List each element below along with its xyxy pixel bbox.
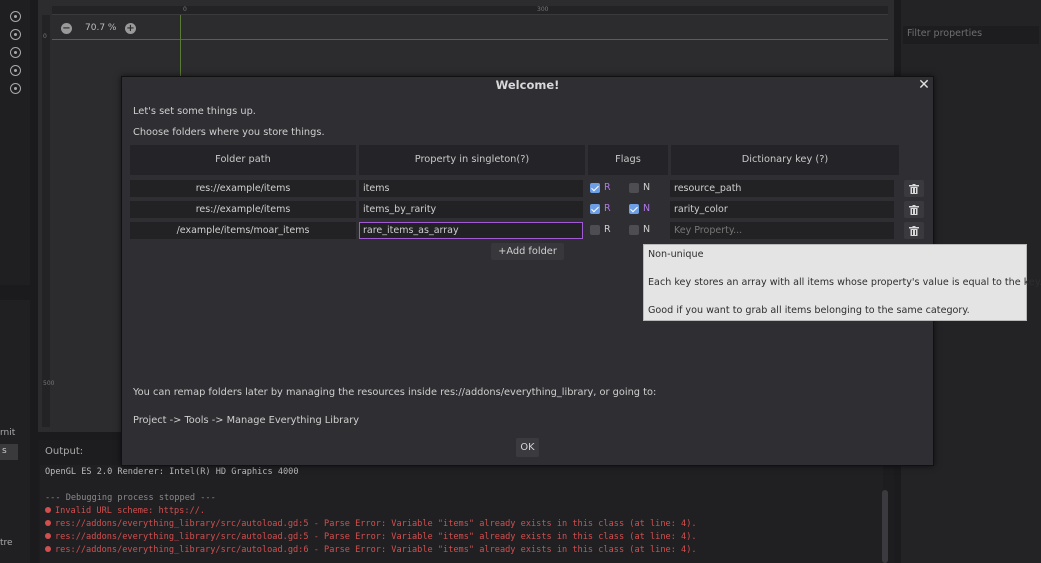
delete-row-button[interactable] [904,180,924,197]
header-folder-path: Folder path [130,145,356,175]
ok-button[interactable]: OK [516,438,539,457]
add-folder-label: Add folder [506,246,557,257]
log-error-text: res://addons/everything_library/src/auto… [55,545,697,555]
folder-path-button[interactable]: /example/items/moar_items [130,222,356,239]
footer-text: You can remap folders later by managing … [133,387,657,398]
log-error-text: res://addons/everything_library/src/auto… [55,532,697,542]
visibility-eye-icon[interactable] [10,11,21,22]
close-icon[interactable]: ✕ [916,77,932,93]
error-icon [45,507,51,513]
tooltip-text: Good if you want to grab all items belon… [648,305,970,316]
flag-r-label[interactable]: R [604,203,611,214]
intro-text: Choose folders where you store things. [133,127,325,138]
delete-row-button[interactable] [904,201,924,218]
log-line: OpenGL ES 2.0 Renderer: Intel(R) HD Grap… [45,467,299,477]
ruler-tick-label: 300 [537,6,549,13]
property-input[interactable]: items [359,180,583,197]
log-line: --- Debugging process stopped --- [45,493,216,503]
flag-n-checkbox[interactable] [629,183,639,193]
flag-r-checkbox[interactable] [590,204,600,214]
zoom-in-icon[interactable]: + [125,23,136,34]
visibility-eye-icon[interactable] [10,83,21,94]
intro-text: Let's set some things up. [133,106,256,117]
visibility-eye-icon[interactable] [10,65,21,76]
flag-n-checkbox[interactable] [629,225,639,235]
flag-n-label[interactable]: N [643,203,650,214]
header-flags: Flags [588,145,668,175]
ruler-tick-label: 0 [43,33,47,40]
zoom-out-icon[interactable]: − [61,23,72,34]
ruler-tick-label: 0 [183,6,187,13]
side-text-fragment: tre [0,538,13,548]
error-icon [45,533,51,539]
log-error-line: Invalid URL scheme: https://. [45,506,205,516]
log-error-line: res://addons/everything_library/src/auto… [45,532,697,542]
trash-icon [909,184,919,194]
side-button-fragment[interactable]: s [0,444,18,460]
trash-icon [909,205,919,215]
log-error-text: res://addons/everything_library/src/auto… [55,519,697,529]
zoom-level[interactable]: 70.7 % [85,23,116,33]
dictionary-key-input[interactable]: Key Property... [670,222,894,239]
visibility-eye-icon[interactable] [10,47,21,58]
flag-n-label[interactable]: N [643,182,650,193]
scene-tree-panel [0,0,30,285]
flag-r-checkbox[interactable] [590,225,600,235]
flag-r-checkbox[interactable] [590,183,600,193]
property-input[interactable]: rare_items_as_array [359,222,583,239]
property-input[interactable]: items_by_rarity [359,201,583,218]
ruler-horizontal [52,6,888,15]
header-dictionary-key[interactable]: Dictionary key (?) [671,145,899,175]
delete-row-button[interactable] [904,222,924,239]
folder-path-button[interactable]: res://example/items [130,180,356,197]
tooltip-text: Each key stores an array with all items … [648,277,1041,288]
output-label: Output: [45,446,84,457]
log-error-line: res://addons/everything_library/src/auto… [45,519,697,529]
error-icon [45,520,51,526]
output-scrollbar[interactable] [882,490,888,563]
flag-r-label[interactable]: R [604,182,611,193]
dialog-title: Welcome! [495,78,560,92]
output-log: OpenGL ES 2.0 Renderer: Intel(R) HD Grap… [40,465,883,563]
side-text-fragment: rnit [0,428,16,438]
filter-properties-input[interactable]: Filter properties [903,26,1039,44]
footer-text: Project -> Tools -> Manage Everything Li… [133,415,360,426]
add-folder-button[interactable]: +Add folder [491,243,564,260]
dictionary-key-input[interactable]: rarity_color [670,201,894,218]
log-error-text: Invalid URL scheme: https://. [55,506,206,516]
dictionary-key-input[interactable]: resource_path [670,180,894,197]
ruler-tick-label: 500 [43,380,55,387]
header-property[interactable]: Property in singleton(?) [359,145,585,175]
trash-icon [909,226,919,236]
canvas-x-axis [52,39,888,40]
ruler-vertical [42,15,50,427]
log-error-line: res://addons/everything_library/src/auto… [45,545,697,555]
flag-n-checkbox[interactable] [629,204,639,214]
visibility-eye-icon[interactable] [10,29,21,40]
tooltip-title: Non-unique [648,249,704,260]
flag-r-label[interactable]: R [604,224,611,235]
flag-n-label[interactable]: N [643,224,650,235]
tooltip: Non-unique Each key stores an array with… [643,244,1041,321]
folder-path-button[interactable]: res://example/items [130,201,356,218]
error-icon [45,546,51,552]
